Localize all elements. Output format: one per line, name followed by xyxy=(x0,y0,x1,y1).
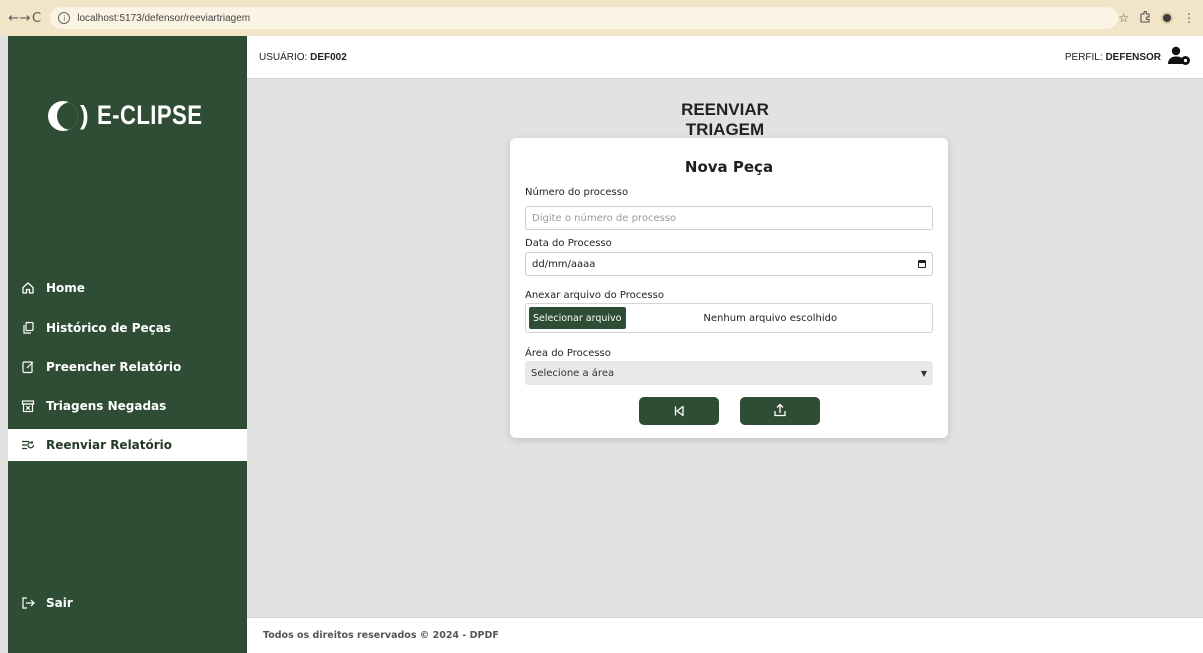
date-value: dd/mm/aaaa xyxy=(532,258,596,270)
denied-box-icon xyxy=(20,398,36,414)
logo-paren: ) xyxy=(80,100,89,130)
area-select[interactable]: Selecione a área ▼ xyxy=(525,361,933,385)
file-input[interactable]: Selecionar arquivo Nenhum arquivo escolh… xyxy=(525,303,933,333)
area-label: Área do Processo xyxy=(525,348,611,359)
resend-icon xyxy=(20,437,36,453)
back-to-start-button[interactable] xyxy=(639,397,719,425)
sidebar-item-historico[interactable]: Histórico de Peças xyxy=(8,312,247,344)
logout-icon xyxy=(20,595,36,611)
chevron-down-icon: ▼ xyxy=(920,368,927,378)
edit-report-icon xyxy=(20,359,36,375)
process-number-input[interactable] xyxy=(525,206,933,230)
form-card: Nova Peça Número do processo Data do Pro… xyxy=(510,138,948,438)
sidebar: ) E-CLIPSE Home Histórico de Peças Preen… xyxy=(8,36,247,653)
extensions-icon[interactable] xyxy=(1139,10,1151,26)
footer: Todos os direitos reservados © 2024 - DP… xyxy=(247,617,1203,653)
browser-menu-icon[interactable]: ⋮ xyxy=(1183,11,1195,25)
url-text: localhost:5173/defensor/reeviartriagem xyxy=(77,12,251,24)
profile-value: DEFENSOR xyxy=(1105,51,1161,63)
sidebar-item-home[interactable]: Home xyxy=(8,272,247,304)
sidebar-item-label: Home xyxy=(46,281,85,295)
skip-back-icon xyxy=(673,402,685,421)
upload-submit-button[interactable] xyxy=(740,397,820,425)
user-prefix: USUÁRIO: xyxy=(259,51,308,63)
select-file-button[interactable]: Selecionar arquivo xyxy=(529,307,626,329)
attach-label: Anexar arquivo do Processo xyxy=(525,290,664,301)
sidebar-item-reenviar[interactable]: Reenviar Relatório xyxy=(8,429,247,461)
sidebar-item-label: Preencher Relatório xyxy=(46,360,182,374)
browser-toolbar: ← → C i localhost:5173/defensor/reeviart… xyxy=(0,0,1203,36)
page-title: REENVIAR TRIAGEM xyxy=(681,100,769,139)
user-info: USUÁRIO: DEF002 xyxy=(259,52,347,63)
logo-text: E-CLIPSE xyxy=(96,100,203,130)
logo: ) E-CLIPSE xyxy=(48,100,225,131)
moon-logo-icon xyxy=(48,100,78,131)
sidebar-item-label: Triagens Negadas xyxy=(46,399,167,413)
back-button[interactable]: ← xyxy=(8,11,19,26)
history-icon xyxy=(20,320,36,336)
form-title: Nova Peça xyxy=(684,158,774,176)
bookmark-star-icon[interactable]: ☆ xyxy=(1118,11,1129,25)
process-number-label: Número do processo xyxy=(525,187,629,198)
forward-button[interactable]: → xyxy=(19,11,31,26)
logout-button[interactable]: Sair xyxy=(8,587,247,619)
home-icon xyxy=(20,280,36,296)
logout-label: Sair xyxy=(46,596,73,610)
user-settings-icon[interactable] xyxy=(1167,46,1191,69)
profile-prefix: PERFIL: xyxy=(1064,51,1103,63)
reload-button[interactable]: C xyxy=(31,11,42,26)
area-selected-value: Selecione a área xyxy=(531,367,615,379)
sidebar-item-label: Reenviar Relatório xyxy=(46,438,173,452)
sidebar-item-label: Histórico de Peças xyxy=(46,321,172,335)
process-date-input[interactable]: dd/mm/aaaa xyxy=(525,252,933,276)
upload-icon xyxy=(773,402,787,421)
process-date-label: Data do Processo xyxy=(525,238,612,249)
calendar-icon[interactable] xyxy=(918,260,926,268)
profile-info: PERFIL: DEFENSOR xyxy=(1065,46,1191,69)
footer-text: Todos os direitos reservados © 2024 - DP… xyxy=(263,630,499,641)
user-value: DEF002 xyxy=(310,51,347,63)
site-info-icon[interactable]: i xyxy=(58,12,71,24)
sidebar-item-negadas[interactable]: Triagens Negadas xyxy=(8,390,247,422)
top-header: USUÁRIO: DEF002 PERFIL: DEFENSOR xyxy=(247,36,1203,79)
profile-avatar-icon[interactable] xyxy=(1161,12,1173,24)
file-status: Nenhum arquivo escolhido xyxy=(703,312,838,324)
sidebar-item-preencher[interactable]: Preencher Relatório xyxy=(8,351,247,383)
address-bar[interactable]: i localhost:5173/defensor/reeviartriagem xyxy=(50,7,1119,29)
